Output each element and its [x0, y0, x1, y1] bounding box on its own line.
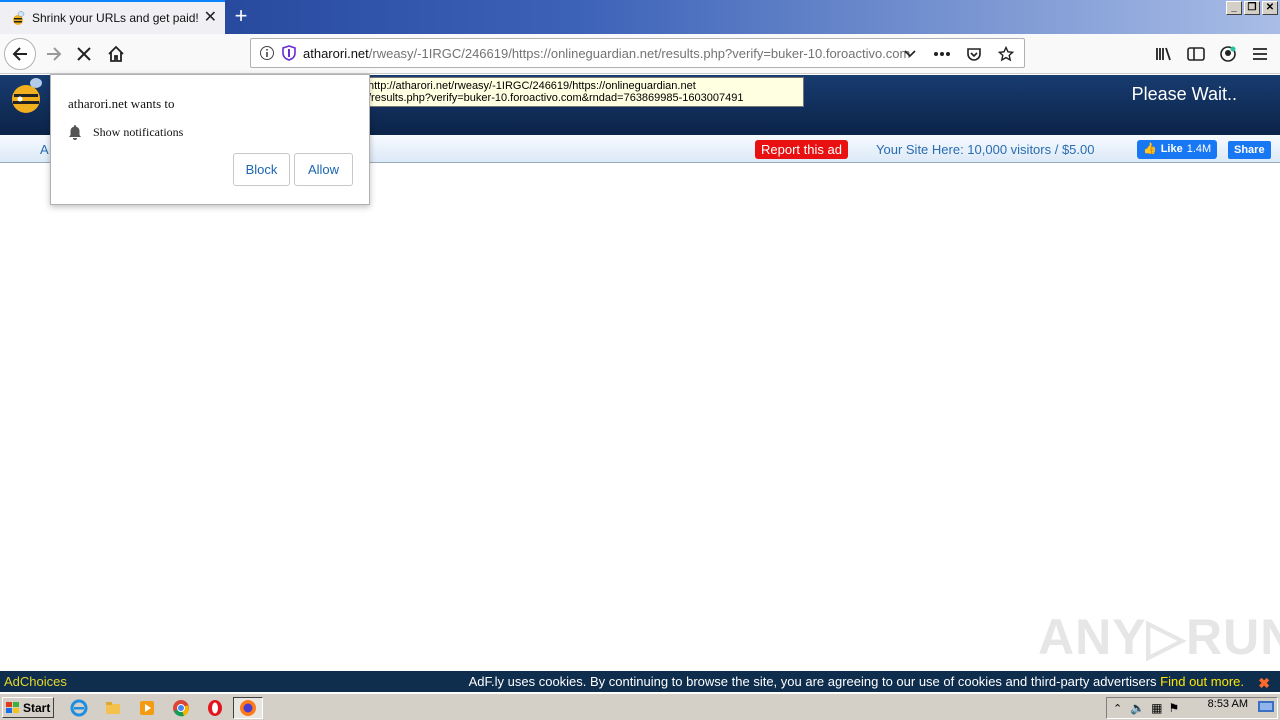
fb-like-label: Like	[1160, 143, 1183, 155]
taskbar-clock[interactable]: 8:53 AM	[1208, 698, 1248, 710]
window-controls: _ ❐ ✕	[1226, 1, 1278, 15]
fb-like-count: 1.4M	[1186, 143, 1212, 155]
thumbs-up-icon: 👍	[1143, 143, 1157, 155]
bee-favicon-icon	[13, 11, 25, 25]
account-icon[interactable]	[1216, 38, 1240, 70]
windows-taskbar: Start ⌃ 🔈 ▦ ⚑ 8:53 AM	[0, 693, 1280, 720]
facebook-share-button[interactable]: Share	[1228, 141, 1271, 159]
popup-heading: atharori.net wants to	[68, 96, 175, 111]
file-explorer-icon[interactable]	[104, 699, 122, 717]
pocket-icon[interactable]	[962, 43, 986, 65]
volume-icon[interactable]: 🔈	[1130, 701, 1145, 715]
tooltip-line-2: /results.php?verify=buker-10.foroactivo.…	[368, 92, 744, 104]
cookie-notice: AdF.ly uses cookies. By continuing to br…	[469, 671, 1244, 692]
cookie-text: AdF.ly uses cookies. By continuing to br…	[468, 674, 1157, 689]
tray-expand-icon[interactable]: ⌃	[1113, 702, 1122, 715]
url-actions	[898, 43, 1018, 65]
opera-icon[interactable]	[206, 699, 224, 717]
url-text: atharori.net/rweasy/-1IRGC/246619/https:…	[303, 45, 911, 61]
firefox-icon	[240, 700, 256, 716]
back-button[interactable]	[4, 38, 36, 70]
bee-logo-icon	[12, 78, 42, 113]
bell-icon	[69, 125, 81, 140]
report-ad-button[interactable]: Report this ad	[755, 140, 848, 159]
system-tray: ⌃ 🔈 ▦ ⚑	[1106, 697, 1278, 719]
network-icon[interactable]: ▦	[1151, 701, 1162, 715]
internet-explorer-icon[interactable]	[70, 699, 88, 717]
facebook-like-button[interactable]: 👍 Like 1.4M	[1137, 140, 1218, 159]
toolbar-right	[1152, 38, 1272, 70]
info-icon[interactable]	[259, 45, 275, 61]
forward-button[interactable]	[38, 38, 70, 70]
close-tab-icon[interactable]: ✕	[204, 10, 217, 26]
allow-button[interactable]: Allow	[294, 153, 353, 186]
url-bar[interactable]: atharori.net/rweasy/-1IRGC/246619/https:…	[250, 38, 1025, 68]
media-player-icon[interactable]	[138, 699, 156, 717]
tracking-shield-icon[interactable]	[281, 45, 297, 61]
anyrun-watermark: ANY▷RUN	[1038, 609, 1280, 665]
library-icon[interactable]	[1152, 38, 1176, 70]
stop-x-icon	[77, 47, 91, 61]
show-desktop-icon[interactable]	[1258, 701, 1274, 714]
close-window-button[interactable]: ✕	[1262, 1, 1278, 15]
action-center-flag-icon[interactable]: ⚑	[1169, 701, 1180, 715]
bookmark-star-icon[interactable]	[994, 43, 1018, 65]
permission-label: Show notifications	[93, 125, 184, 139]
url-tooltip: http://atharori.net/rweasy/-1IRGC/246619…	[364, 77, 804, 107]
tab-title: Shrink your URLs and get paid!	[32, 11, 199, 25]
ad-link-fragment[interactable]: A	[40, 142, 49, 157]
home-button[interactable]	[100, 38, 132, 70]
browser-tab[interactable]: Shrink your URLs and get paid! ✕	[0, 0, 225, 34]
page-actions-more-icon[interactable]	[930, 43, 954, 65]
firefox-taskbar-button[interactable]	[233, 697, 263, 719]
home-icon	[108, 45, 124, 62]
forward-arrow-icon	[47, 47, 62, 61]
cookie-bar: AdChoices AdF.ly uses cookies. By contin…	[0, 671, 1280, 692]
adchoices-link[interactable]: AdChoices	[4, 671, 67, 692]
cookie-close-icon[interactable]: ✖	[1258, 673, 1270, 694]
find-out-more-link[interactable]: Find out more.	[1160, 674, 1244, 689]
your-site-here-link[interactable]: Your Site Here: 10,000 visitors / $5.00	[876, 142, 1094, 157]
sidebar-icon[interactable]	[1184, 38, 1208, 70]
restore-button[interactable]: ❐	[1244, 1, 1260, 15]
windows-logo-icon	[6, 701, 19, 713]
notification-permission-popup: atharori.net wants to Show notifications…	[50, 74, 370, 205]
tab-bar: Shrink your URLs and get paid! ✕ + _ ❐ ✕	[0, 0, 1280, 34]
minimize-button[interactable]: _	[1226, 1, 1242, 15]
new-tab-button[interactable]: +	[228, 4, 254, 30]
navigation-toolbar: atharori.net/rweasy/-1IRGC/246619/https:…	[0, 34, 1280, 74]
tooltip-line-1: http://atharori.net/rweasy/-1IRGC/246619…	[368, 80, 696, 92]
url-dropdown-chevron-icon[interactable]	[898, 43, 922, 65]
start-label: Start	[23, 700, 51, 715]
back-arrow-icon	[12, 47, 27, 61]
stop-button[interactable]	[68, 38, 100, 70]
start-button[interactable]: Start	[2, 697, 54, 718]
block-button[interactable]: Block	[233, 153, 290, 186]
url-identity-icons	[259, 45, 297, 61]
hamburger-menu-icon[interactable]	[1248, 38, 1272, 70]
please-wait-text: Please Wait..	[1131, 84, 1237, 104]
chrome-icon[interactable]	[172, 699, 190, 717]
